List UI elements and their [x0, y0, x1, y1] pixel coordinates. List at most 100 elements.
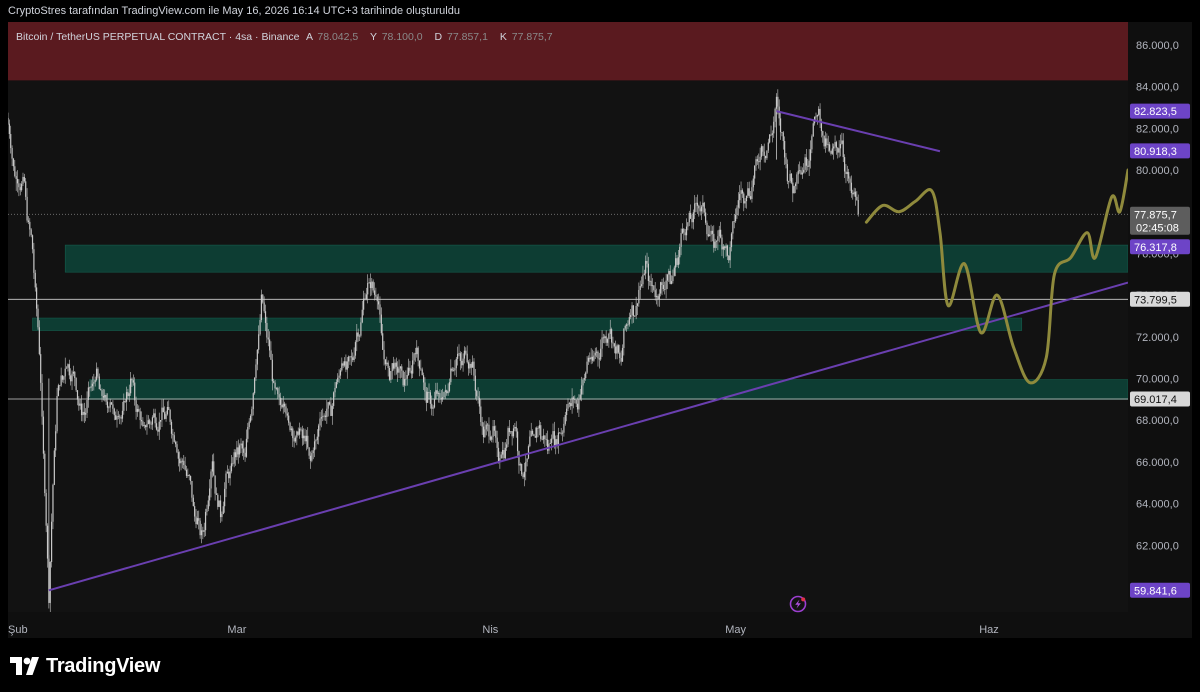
- candle-body: [442, 397, 444, 400]
- candle-body: [849, 178, 851, 183]
- candle-body: [789, 173, 791, 181]
- candle-body: [620, 357, 622, 362]
- time-axis[interactable]: Şub Mar Nis May Haz: [8, 612, 1192, 638]
- candle-body: [752, 178, 754, 188]
- candle-body: [709, 234, 711, 237]
- candle-body: [195, 516, 197, 525]
- low-label: D: [435, 31, 443, 43]
- candle-body: [770, 134, 772, 136]
- candle-body: [153, 413, 155, 418]
- candle-body: [472, 361, 474, 368]
- candle-body: [289, 422, 291, 431]
- candle-body: [29, 221, 31, 230]
- candle-body: [574, 399, 576, 400]
- candle-body: [83, 411, 85, 415]
- candle-body: [91, 383, 94, 387]
- candle-body: [87, 387, 89, 400]
- candle-body: [507, 428, 509, 445]
- candle-body: [834, 142, 836, 147]
- candle-body: [482, 426, 485, 438]
- candle-body: [337, 377, 339, 383]
- price-chart[interactable]: 62.000,0 64.000,0 66.000,0 68.000,0 70.000,0…: [8, 22, 1192, 638]
- candle-body: [767, 142, 769, 151]
- candle-body: [21, 183, 23, 191]
- candle-body: [443, 391, 445, 398]
- candle-body: [239, 445, 241, 455]
- candle-body: [120, 417, 122, 419]
- candle-body: [22, 176, 24, 184]
- candle-body: [236, 447, 238, 458]
- candle-body: [529, 436, 531, 447]
- candle-body: [643, 273, 645, 275]
- candle-body: [384, 359, 387, 365]
- time-tick-label: May: [725, 624, 746, 636]
- candle-body: [766, 150, 768, 159]
- high-label: Y: [370, 31, 377, 43]
- candle-body: [292, 428, 294, 439]
- candle-body: [552, 431, 554, 439]
- symbol-title[interactable]: Bitcoin / TetherUS PERPETUAL CONTRACT · …: [16, 31, 300, 43]
- candle-body: [53, 450, 55, 485]
- candle-body: [459, 353, 461, 361]
- candle-body: [506, 444, 508, 448]
- candle-body: [34, 272, 36, 288]
- candle-body: [635, 305, 637, 317]
- candle-body: [702, 202, 704, 207]
- legend[interactable]: Bitcoin / TetherUS PERPETUAL CONTRACT · …: [16, 31, 553, 43]
- candle-body: [109, 402, 111, 408]
- candle-body: [110, 402, 113, 405]
- candle-body: [271, 359, 273, 382]
- candle-body: [254, 377, 256, 394]
- candle-body: [59, 385, 61, 387]
- candle-body: [824, 138, 827, 147]
- candle-body: [501, 450, 504, 455]
- candle-body: [567, 403, 569, 409]
- candle-body: [142, 421, 144, 427]
- candle-body: [390, 371, 392, 380]
- candle-body: [176, 444, 178, 453]
- candle-body: [568, 403, 570, 404]
- candle-body: [38, 327, 40, 355]
- candle-body: [266, 322, 268, 338]
- candle-body: [296, 431, 298, 438]
- candle-body: [642, 274, 644, 285]
- candle-body: [797, 170, 799, 175]
- candle-body: [255, 364, 257, 378]
- candle-body: [852, 193, 854, 195]
- candle-body: [811, 136, 813, 150]
- candle-body: [639, 285, 641, 290]
- candle-body: [672, 275, 674, 282]
- candle-body: [649, 280, 651, 282]
- candle-body: [668, 270, 670, 275]
- candle-body: [515, 426, 517, 432]
- candle-body: [10, 134, 12, 148]
- candle-body: [466, 353, 468, 363]
- candle-body: [805, 157, 808, 166]
- candle-body: [196, 518, 198, 525]
- candle-body: [657, 296, 659, 300]
- candle-body: [566, 408, 568, 416]
- candle-body: [11, 147, 13, 159]
- candle-body: [518, 451, 520, 466]
- candle-body: [666, 274, 669, 281]
- candle-body: [322, 416, 324, 418]
- candle-body: [210, 471, 212, 489]
- candle-body: [454, 368, 456, 371]
- candle-body: [654, 290, 656, 298]
- branding[interactable]: TradingView: [10, 652, 160, 680]
- candle-body: [527, 446, 530, 459]
- candle-body: [23, 176, 25, 182]
- candle-body: [213, 461, 215, 476]
- candle-body: [398, 368, 400, 373]
- candle-body: [40, 354, 42, 383]
- candle-body: [174, 441, 177, 445]
- candle-body: [530, 430, 532, 437]
- candle-body: [773, 121, 775, 134]
- candle-body: [424, 382, 426, 392]
- candle-body: [86, 399, 88, 413]
- candle-body: [570, 403, 572, 407]
- candle-body: [187, 474, 189, 476]
- candle-body: [139, 411, 141, 421]
- candle-body: [282, 403, 284, 408]
- candle-body: [794, 183, 797, 187]
